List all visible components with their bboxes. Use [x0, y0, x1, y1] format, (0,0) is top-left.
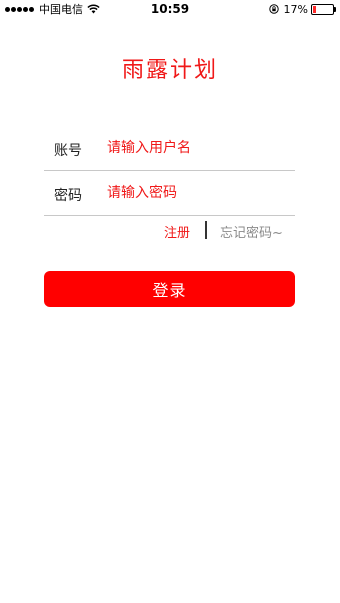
- status-bar: 中国电信 10:59 17%: [0, 0, 340, 18]
- password-input[interactable]: [107, 182, 287, 204]
- login-screen: 中国电信 10:59 17% 雨露计划 账号 密码: [0, 0, 340, 603]
- password-divider: [44, 215, 295, 216]
- links-divider: [205, 221, 207, 239]
- forgot-password-link[interactable]: 忘记密码~: [220, 222, 283, 241]
- account-label: 账号: [54, 143, 82, 159]
- account-divider: [44, 170, 295, 171]
- battery-icon: [311, 3, 336, 15]
- account-input[interactable]: [107, 137, 287, 159]
- login-button[interactable]: 登录: [44, 271, 295, 307]
- password-label: 密码: [54, 188, 82, 204]
- battery-fill: [313, 5, 316, 13]
- battery-percent: 17%: [283, 2, 308, 16]
- auth-links-row: 注册 忘记密码~: [0, 221, 340, 241]
- page-title: 雨露计划: [121, 58, 218, 83]
- status-bar-right: 17%: [268, 2, 336, 16]
- account-field-row: 账号: [44, 127, 295, 171]
- register-link[interactable]: 注册: [164, 222, 190, 241]
- password-field-row: 密码: [44, 172, 295, 216]
- orientation-lock-icon: [268, 4, 279, 14]
